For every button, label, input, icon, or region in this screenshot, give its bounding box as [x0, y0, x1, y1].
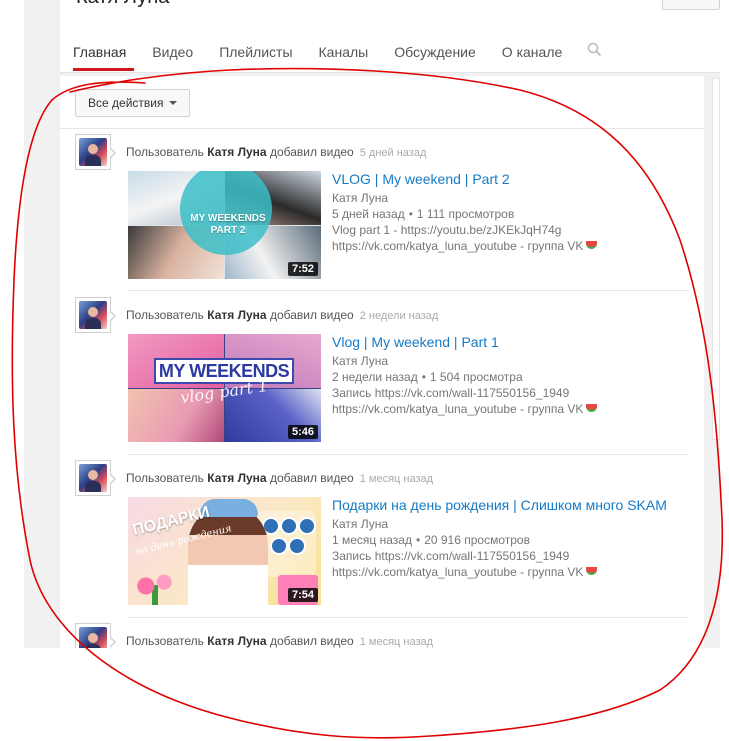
video-info: VLOG | My weekend | Part 2 Катя Луна 5 д… [332, 170, 598, 254]
video-duration: 7:52 [287, 262, 318, 276]
thumbnail-text: MY WEEKENDS [158, 361, 290, 381]
video-channel[interactable]: Катя Луна [332, 190, 597, 206]
feed-item-action: добавил видео [269, 634, 354, 648]
divider [128, 617, 689, 618]
video-description-line: https://vk.com/katya_luna_youtube - груп… [332, 564, 667, 580]
tab-discussion[interactable]: Обсуждение [381, 36, 489, 71]
feed-item-user[interactable]: Катя Луна [207, 145, 266, 159]
video-meta: 1 месяц назад • 20 916 просмотров [332, 533, 530, 547]
video-age: 1 месяц назад [332, 533, 412, 547]
video-meta: 5 дней назад • 1 111 просмотров [332, 207, 515, 221]
video-info: Vlog | My weekend | Part 1 Катя Луна 2 н… [332, 333, 598, 417]
video-views: 20 916 просмотров [424, 533, 530, 547]
watermelon-icon [586, 241, 598, 249]
feed-item-prefix: Пользователь [126, 634, 204, 648]
feed-item-prefix: Пользователь [126, 145, 204, 159]
video-thumbnail[interactable]: ПОДАРКИ на день рождения 7:54 [128, 497, 321, 605]
sidebar-panel [712, 78, 720, 440]
avatar[interactable] [75, 460, 116, 496]
video-age: 5 дней назад [332, 207, 405, 221]
video-description-line: https://vk.com/katya_luna_youtube - груп… [332, 238, 598, 254]
video-duration: 5:46 [287, 425, 318, 439]
feed-item-user[interactable]: Катя Луна [207, 308, 266, 322]
feed-item-header: Пользователь Катя Луна добавил видео 2 не… [126, 308, 438, 322]
avatar[interactable] [75, 134, 116, 170]
video-description-text: https://vk.com/katya_luna_youtube - груп… [332, 565, 584, 579]
subscribe-button[interactable]: Д [662, 0, 720, 10]
video-thumbnail[interactable]: MY WEEKENDS PART 2 7:52 [128, 171, 321, 279]
video-description-line: Запись https://vk.com/wall-117550156_194… [332, 386, 570, 400]
video-thumbnail[interactable]: MY WEEKENDS vlog part 1 5:46 [128, 334, 321, 442]
channel-title: Катя Луна [76, 0, 169, 9]
thumbnail-text: MY WEEKENDS [190, 213, 266, 224]
watermelon-icon [586, 404, 598, 412]
video-age: 2 недели назад [332, 370, 418, 384]
activity-filter-dropdown[interactable]: Все действия [75, 89, 191, 117]
chevron-down-icon [169, 101, 178, 105]
video-channel[interactable]: Катя Луна [332, 353, 597, 369]
feed-item-time: 1 месяц назад [359, 636, 434, 648]
feed-item-prefix: Пользователь [126, 308, 204, 322]
video-meta: 2 недели назад • 1 504 просмотра [332, 370, 523, 384]
feed-item-action: добавил видео [269, 145, 354, 159]
channel-header: Катя Луна Д Главная Видео Плейлисты Кана… [60, 0, 720, 73]
tab-channels[interactable]: Каналы [306, 36, 382, 71]
divider [128, 290, 689, 291]
video-info: Подарки на день рождения | Слишком много… [332, 496, 667, 580]
video-views: 1 504 просмотра [429, 370, 523, 384]
watermelon-icon [586, 567, 598, 575]
video-description-line: Vlog part 1 - https://youtu.be/zJKEkJqH7… [332, 223, 562, 237]
video-duration: 7:54 [287, 588, 318, 602]
tab-videos[interactable]: Видео [139, 36, 206, 71]
video-title-link[interactable]: Vlog | My weekend | Part 1 [332, 333, 597, 351]
feed-item-prefix: Пользователь [126, 471, 204, 485]
feed-item-header: Пользователь Катя Луна добавил видео 1 ме… [126, 471, 433, 485]
filter-bar: Все действия [60, 76, 704, 129]
feed-item-action: добавил видео [269, 308, 354, 322]
video-description-line: https://vk.com/katya_luna_youtube - груп… [332, 401, 598, 417]
search-icon[interactable] [575, 36, 612, 62]
feed-item-user[interactable]: Катя Луна [207, 471, 266, 485]
divider [128, 454, 689, 455]
video-title-link[interactable]: VLOG | My weekend | Part 2 [332, 170, 597, 188]
feed-item-header: Пользователь Катя Луна добавил видео 1 ме… [126, 634, 433, 648]
video-description-text: https://vk.com/katya_luna_youtube - груп… [332, 402, 584, 416]
video-description-text: https://vk.com/katya_luna_youtube - груп… [332, 239, 584, 253]
video-description-line: Запись https://vk.com/wall-117550156_194… [332, 549, 570, 563]
feed-item-time: 2 недели назад [359, 310, 439, 322]
thumbnail-subtext: PART 2 [210, 225, 246, 236]
activity-feed: Все действия Пользователь Катя Луна доба… [60, 76, 704, 648]
video-title-link[interactable]: Подарки на день рождения | Слишком много… [332, 496, 667, 514]
activity-filter-label: Все действия [88, 96, 164, 110]
video-channel[interactable]: Катя Луна [332, 516, 667, 532]
tab-about[interactable]: О канале [489, 36, 575, 71]
avatar[interactable] [75, 297, 116, 333]
avatar[interactable] [75, 623, 116, 648]
feed-item-time: 5 дней назад [359, 147, 427, 159]
feed-item-header: Пользователь Катя Луна добавил видео 5 дн… [126, 145, 426, 159]
tab-home[interactable]: Главная [60, 36, 139, 71]
channel-tabs: Главная Видео Плейлисты Каналы Обсуждени… [60, 36, 612, 72]
video-views: 1 111 просмотров [416, 207, 515, 221]
feed-item-time: 1 месяц назад [359, 473, 434, 485]
feed-item-action: добавил видео [269, 471, 354, 485]
tab-playlists[interactable]: Плейлисты [206, 36, 305, 71]
feed-item-user[interactable]: Катя Луна [207, 634, 266, 648]
